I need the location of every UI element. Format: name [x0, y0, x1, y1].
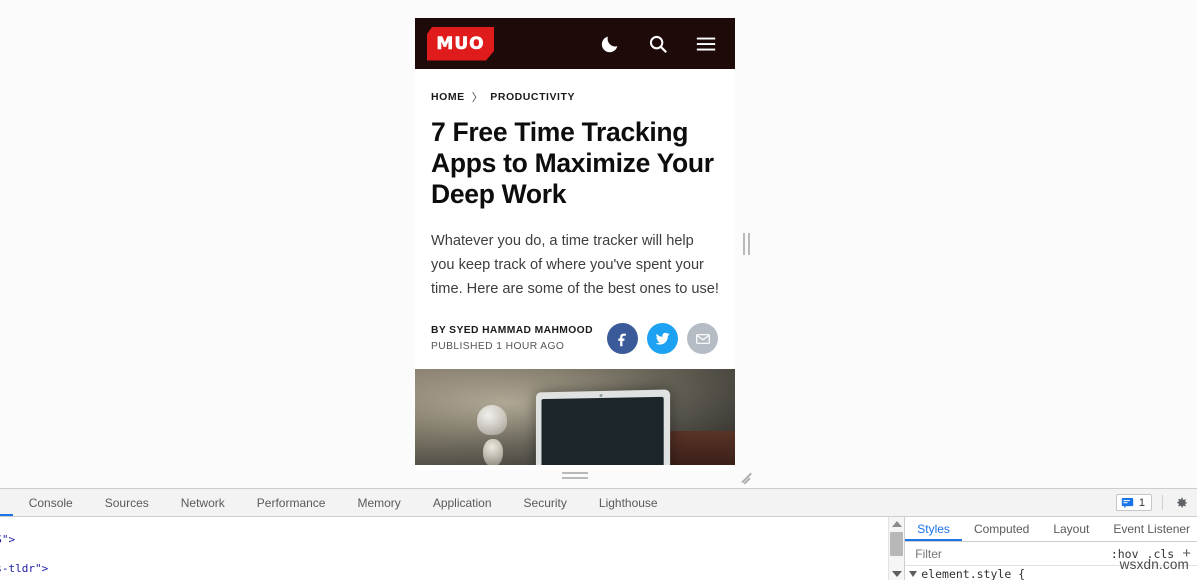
search-icon[interactable]	[647, 33, 669, 55]
tab-sources[interactable]: Sources	[89, 489, 165, 516]
share-buttons	[607, 323, 719, 354]
laptop-camera	[599, 393, 602, 397]
device-width-drag-handle[interactable]	[742, 233, 751, 255]
element-style-label: element.style {	[921, 567, 1026, 580]
scroll-down-icon[interactable]	[891, 571, 902, 577]
hamburger-menu-icon[interactable]	[695, 33, 717, 55]
hourglass-icon	[477, 405, 507, 435]
header-actions	[599, 18, 735, 69]
dom-tree-code: > -US"> d> "js-tldr">	[0, 519, 48, 576]
scroll-up-icon[interactable]	[891, 521, 902, 527]
breadcrumb: HOME 〉 PRODUCTIVITY	[431, 69, 719, 105]
byline-author[interactable]: BY SYED HAMMAD MAHMOOD	[431, 325, 593, 336]
twitter-icon	[655, 332, 670, 345]
tab-layout[interactable]: Layout	[1041, 517, 1101, 541]
tab-network[interactable]: Network	[165, 489, 241, 516]
scrollbar-thumb[interactable]	[890, 532, 904, 556]
dom-tree-scrollbar[interactable]	[888, 517, 905, 580]
tab-computed[interactable]: Computed	[962, 517, 1041, 541]
styles-tabbar: Styles Computed Layout Event Listener	[905, 517, 1197, 542]
console-message-badge[interactable]: 1	[1115, 494, 1152, 511]
watermark: wsxdn.com	[1119, 557, 1189, 572]
breadcrumb-separator-icon: 〉	[471, 92, 484, 104]
breadcrumb-home[interactable]: HOME	[431, 91, 465, 103]
laptop-screen	[541, 396, 664, 465]
console-message-count: 1	[1138, 496, 1145, 509]
message-icon	[1121, 498, 1134, 509]
breadcrumb-category[interactable]: PRODUCTIVITY	[490, 91, 575, 103]
tab-memory[interactable]: Memory	[341, 489, 416, 516]
hourglass-base	[483, 439, 503, 465]
tab-styles[interactable]: Styles	[905, 517, 962, 541]
devtools-body: > -US"> d> "js-tldr"> Styles Computed La…	[0, 517, 1197, 580]
logo-text: MUO	[436, 33, 485, 54]
muo-logo[interactable]: MUO	[427, 26, 494, 61]
moon-icon[interactable]	[599, 33, 621, 55]
site-header: MUO	[415, 18, 735, 69]
laptop-graphic	[535, 389, 671, 465]
facebook-share-button[interactable]	[607, 323, 638, 354]
tab-application[interactable]: Application	[417, 489, 508, 516]
tab-performance[interactable]: Performance	[241, 489, 342, 516]
screen: MUO HOME 〉 PRODUCTIVITY 7 Free Time Trac…	[0, 0, 1197, 580]
device-emulation-frame: MUO HOME 〉 PRODUCTIVITY 7 Free Time Trac…	[415, 18, 735, 470]
dom-tree-pane[interactable]: > -US"> d> "js-tldr">	[0, 517, 905, 580]
article-standfirst: Whatever you do, a time tracker will hel…	[431, 233, 719, 297]
tab-elements[interactable]: ents	[0, 489, 13, 516]
tab-security[interactable]: Security	[508, 489, 583, 516]
byline: BY SYED HAMMAD MAHMOOD PUBLISHED 1 HOUR …	[431, 323, 593, 352]
device-height-drag-handle[interactable]	[562, 471, 588, 480]
devtools-panel: ents Console Sources Network Performance…	[0, 488, 1197, 580]
styles-filter-input[interactable]	[913, 545, 1103, 562]
dom-line-3: "js-tldr">	[0, 561, 49, 575]
email-share-button[interactable]	[687, 323, 718, 354]
twitter-share-button[interactable]	[647, 323, 678, 354]
tab-console[interactable]: Console	[13, 489, 89, 516]
dom-line-1: -US">	[0, 533, 16, 547]
devtools-toolbar-right: 1	[1115, 489, 1189, 516]
article-hero-image	[415, 369, 735, 465]
article-meta: BY SYED HAMMAD MAHMOOD PUBLISHED 1 HOUR …	[431, 323, 719, 354]
article: HOME 〉 PRODUCTIVITY 7 Free Time Tracking…	[415, 69, 735, 465]
devtools-tabbar: ents Console Sources Network Performance…	[0, 489, 1197, 517]
byline-published: PUBLISHED 1 HOUR AGO	[431, 341, 565, 352]
envelope-icon	[695, 333, 710, 344]
page-title: 7 Free Time Tracking Apps to Maximize Yo…	[431, 117, 714, 209]
facebook-icon	[618, 333, 626, 347]
collapse-triangle-icon[interactable]	[909, 571, 918, 577]
device-corner-resize-grip[interactable]	[738, 468, 754, 485]
gear-icon[interactable]	[1173, 495, 1189, 511]
toolbar-divider	[1162, 495, 1163, 510]
tab-lighthouse[interactable]: Lighthouse	[583, 489, 674, 516]
tab-event-listeners[interactable]: Event Listener	[1101, 517, 1197, 541]
